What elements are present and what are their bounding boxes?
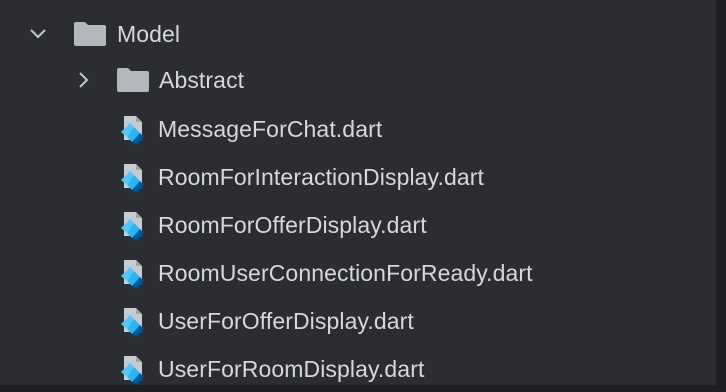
tree-node-file[interactable]: RoomForInteractionDisplay.dart bbox=[0, 153, 716, 201]
tree-node-file[interactable]: RoomUserConnectionForReady.dart bbox=[0, 249, 716, 297]
tree-node-file[interactable]: UserForRoomDisplay.dart bbox=[0, 345, 716, 385]
file-label: RoomUserConnectionForReady.dart bbox=[158, 259, 533, 286]
tree-node-file[interactable]: UserForOfferDisplay.dart bbox=[0, 297, 716, 345]
chevron-down-icon[interactable] bbox=[26, 22, 50, 46]
dart-file-icon bbox=[121, 212, 144, 241]
chevron-right-icon[interactable] bbox=[72, 68, 96, 92]
tree-node-file[interactable]: RoomForOfferDisplay.dart bbox=[0, 201, 716, 249]
dart-file-icon bbox=[121, 356, 144, 385]
model-folder-label: Model bbox=[117, 20, 181, 47]
tree-node-model-folder[interactable]: Model bbox=[0, 10, 716, 58]
file-label: MessageForChat.dart bbox=[158, 115, 383, 142]
dart-file-icon bbox=[121, 260, 144, 289]
file-label: UserForOfferDisplay.dart bbox=[158, 307, 414, 334]
file-label: RoomForOfferDisplay.dart bbox=[158, 211, 427, 238]
tree-node-abstract-folder[interactable]: Abstract bbox=[0, 56, 716, 104]
file-label: UserForRoomDisplay.dart bbox=[158, 355, 425, 382]
project-tree-panel: Model Abstract MessageForChat.dart RoomF… bbox=[0, 0, 726, 392]
file-label: RoomForInteractionDisplay.dart bbox=[158, 163, 484, 190]
abstract-folder-label: Abstract bbox=[159, 66, 245, 93]
folder-icon bbox=[74, 22, 106, 46]
dart-file-icon bbox=[121, 308, 144, 337]
folder-icon bbox=[117, 68, 149, 92]
dart-file-icon bbox=[121, 116, 144, 145]
tree-node-file[interactable]: MessageForChat.dart bbox=[0, 105, 716, 153]
dart-file-icon bbox=[121, 164, 144, 193]
